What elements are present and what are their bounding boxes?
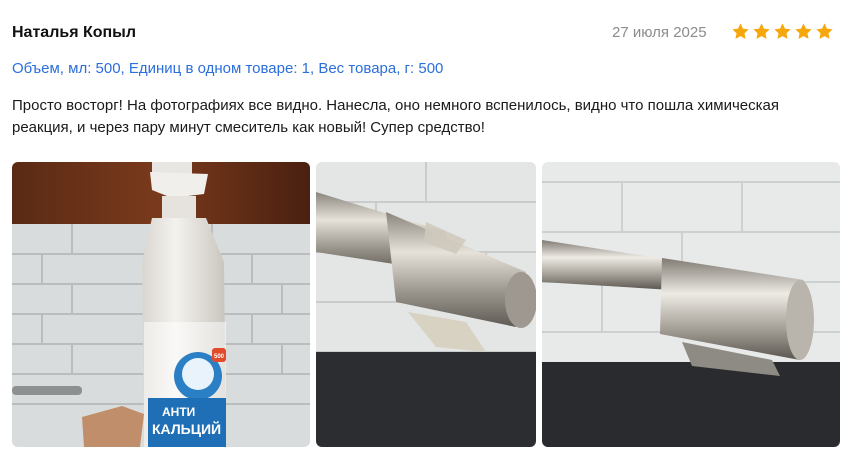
review-photo-faucet-before[interactable] bbox=[316, 162, 536, 447]
faucet-after-image bbox=[542, 162, 840, 447]
star-icon bbox=[816, 23, 833, 39]
bottle-label-line2: КАЛЬЦИЙ bbox=[152, 420, 221, 437]
review-text: Просто восторг! На фотографиях все видно… bbox=[12, 97, 779, 136]
star-icon bbox=[753, 23, 770, 39]
review-photos: 500 АНТИ КАЛЬЦИЙ bbox=[12, 162, 840, 447]
review-author: Наталья Копыл bbox=[12, 24, 136, 41]
review-photo-faucet-after[interactable] bbox=[542, 162, 840, 447]
star-icon bbox=[795, 23, 812, 39]
review-date: 27 июля 2025 bbox=[612, 24, 707, 41]
product-variant-info: Объем, мл: 500, Единиц в одном товаре: 1… bbox=[12, 60, 444, 77]
star-icon bbox=[732, 23, 749, 39]
bottle-photo-image: 500 АНТИ КАЛЬЦИЙ bbox=[12, 162, 310, 447]
faucet-before-image bbox=[316, 162, 536, 447]
star-icon bbox=[774, 23, 791, 39]
review-photo-bottle[interactable]: 500 АНТИ КАЛЬЦИЙ bbox=[12, 162, 310, 447]
rating-stars bbox=[731, 22, 834, 41]
bottle-label-line1: АНТИ bbox=[162, 405, 195, 419]
bottle-badge: 500 bbox=[214, 354, 225, 360]
